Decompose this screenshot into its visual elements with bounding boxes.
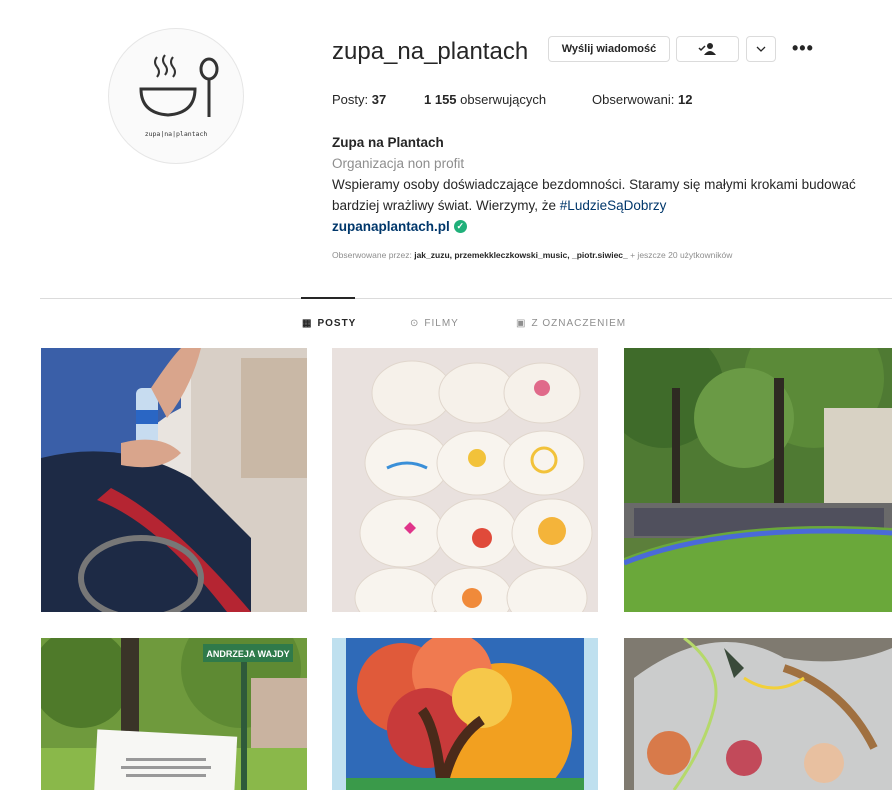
photo-gift-baskets (624, 638, 892, 790)
photo-painted-bags (332, 348, 598, 612)
post-tile[interactable] (41, 348, 307, 612)
post-tile[interactable]: ANDRZEJA WAJDY (41, 638, 307, 790)
person-check-icon (697, 43, 716, 55)
verified-check-icon: ✓ (453, 220, 467, 233)
profile-avatar[interactable]: zupa|na|plantach (108, 28, 244, 164)
posts-count: Posty: 37 (332, 92, 387, 107)
play-icon: ⊙ (410, 318, 420, 329)
photo-park-gathering (624, 348, 892, 612)
send-message-button[interactable]: Wyślij wiadomość (548, 36, 670, 62)
post-tile[interactable] (332, 638, 598, 790)
followers-count[interactable]: 1 155 obserwujących (424, 92, 592, 107)
avatar-logo-text: zupa|na|plantach (144, 130, 208, 138)
following-count[interactable]: Obserwowani: 12 (592, 92, 692, 107)
tabs-divider (40, 298, 892, 299)
photo-street-sign: ANDRZEJA WAJDY (41, 638, 307, 790)
tag-icon: ▣ (516, 318, 527, 329)
chevron-down-icon (756, 46, 766, 52)
post-tile[interactable] (624, 638, 892, 790)
website-link[interactable]: zupanaplantach.pl ✓ (332, 216, 892, 237)
profile-bio: Zupa na Plantach Organizacja non profit … (332, 132, 892, 237)
active-tab-indicator (301, 297, 355, 299)
post-tile[interactable] (332, 348, 598, 612)
photo-wheelchair (41, 348, 307, 612)
following-button[interactable] (676, 36, 739, 62)
post-tile[interactable] (624, 348, 892, 612)
soup-bowl-logo-icon (139, 54, 219, 117)
profile-category: Organizacja non profit (332, 156, 465, 171)
profile-stats: Posty: 37 1 155 obserwujących Obserwowan… (332, 92, 692, 107)
tab-tagged[interactable]: ▣ Z OZNACZENIEM (516, 318, 626, 329)
profile-username: zupa_na_plantach (332, 38, 529, 65)
street-sign-text: ANDRZEJA WAJDY (206, 649, 289, 659)
bio-text-line-1: Wspieramy osoby doświadczające bezdomnoś… (332, 177, 856, 192)
grid-icon: ▦ (302, 318, 313, 329)
followed-by[interactable]: Obserwowane przez: jak_zuzu, przemekklec… (332, 250, 732, 260)
photo-tree-painting (332, 638, 598, 790)
hashtag-link[interactable]: #LudzieSąDobrzy (560, 198, 667, 213)
suggested-accounts-button[interactable] (746, 36, 776, 62)
tab-posts[interactable]: ▦ POSTY (302, 318, 356, 329)
bio-text-line-2: bardziej wrażliwy świat. Wierzymy, że #L… (332, 198, 667, 213)
profile-full-name: Zupa na Plantach (332, 135, 444, 150)
tab-videos[interactable]: ⊙ FILMY (410, 318, 459, 329)
more-options-icon[interactable]: ••• (792, 38, 814, 59)
